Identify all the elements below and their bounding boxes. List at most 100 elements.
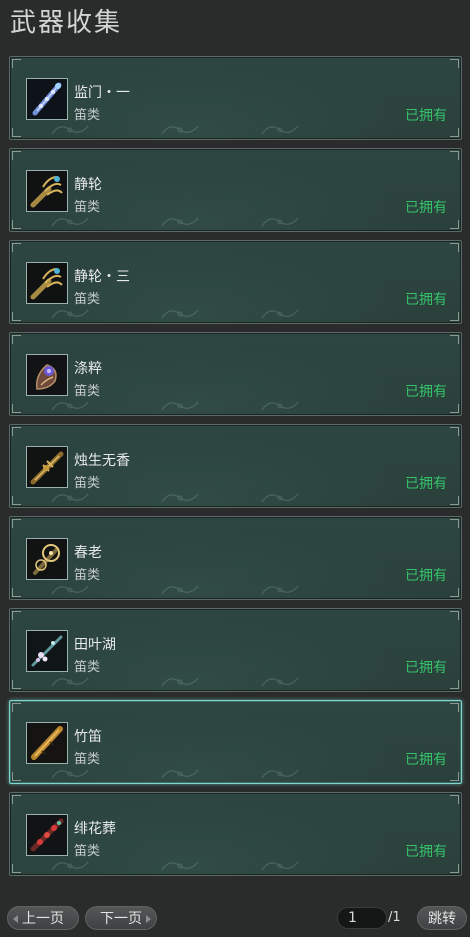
corner-ornament — [12, 312, 21, 321]
corner-ornament — [12, 151, 21, 160]
next-page-button[interactable]: 下一页 — [85, 906, 157, 930]
corner-ornament — [450, 312, 459, 321]
weapon-name: 绯花葬 — [74, 821, 116, 837]
corner-ornament — [450, 680, 459, 689]
bamboo-flute-icon — [26, 722, 68, 764]
corner-ornament — [450, 864, 459, 873]
gold-dagger-flute-icon — [26, 446, 68, 488]
weapon-item[interactable]: 涤粹笛类 已拥有 — [9, 332, 462, 416]
blue-flute-icon — [26, 78, 68, 120]
corner-ornament — [450, 795, 459, 804]
corner-ornament — [12, 611, 21, 620]
corner-ornament — [450, 703, 459, 712]
cloud-ornament — [160, 121, 200, 135]
red-flower-flute-icon — [26, 814, 68, 856]
cloud-ornament — [160, 765, 200, 779]
owned-status: 已拥有 — [405, 292, 447, 308]
corner-ornament — [12, 680, 21, 689]
corner-ornament — [12, 496, 21, 505]
corner-ornament — [12, 335, 21, 344]
corner-ornament — [450, 128, 459, 137]
weapon-type: 笛类 — [74, 384, 101, 399]
corner-ornament — [12, 128, 21, 137]
weapon-type: 笛类 — [74, 660, 101, 675]
corner-ornament — [450, 220, 459, 229]
cloud-ornament — [260, 673, 300, 687]
pagination-bar: 上一页 下一页 /1 跳转 — [0, 903, 470, 933]
weapon-type: 笛类 — [74, 108, 101, 123]
owned-status: 已拥有 — [405, 660, 447, 676]
corner-ornament — [12, 427, 21, 436]
weapon-type: 笛类 — [74, 200, 101, 215]
weapon-name: 静轮・三 — [74, 269, 130, 285]
corner-ornament — [450, 59, 459, 68]
cloud-ornament — [260, 121, 300, 135]
cloud-ornament — [260, 857, 300, 871]
jump-button[interactable]: 跳转 — [417, 906, 467, 930]
corner-ornament — [12, 772, 21, 781]
cloud-ornament — [160, 581, 200, 595]
corner-ornament — [12, 588, 21, 597]
corner-ornament — [12, 519, 21, 528]
corner-ornament — [450, 404, 459, 413]
corner-ornament — [450, 519, 459, 528]
corner-ornament — [12, 220, 21, 229]
owned-status: 已拥有 — [405, 476, 447, 492]
cloud-ornament — [160, 857, 200, 871]
owned-status: 已拥有 — [405, 752, 447, 768]
corner-ornament — [450, 243, 459, 252]
owned-status: 已拥有 — [405, 200, 447, 216]
weapon-type: 笛类 — [74, 476, 101, 491]
cloud-ornament — [160, 489, 200, 503]
cloud-ornament — [160, 213, 200, 227]
corner-ornament — [12, 59, 21, 68]
weapon-item[interactable]: 春老 笛类 已拥有 — [9, 516, 462, 600]
owned-status: 已拥有 — [405, 844, 447, 860]
weapon-item[interactable]: 田叶湖笛类 已拥有 — [9, 608, 462, 692]
corner-ornament — [450, 335, 459, 344]
weapon-item[interactable]: 监门・一笛类 已拥有 — [9, 56, 462, 140]
corner-ornament — [12, 864, 21, 873]
owned-status: 已拥有 — [405, 568, 447, 584]
owned-status: 已拥有 — [405, 384, 447, 400]
cloud-ornament — [160, 673, 200, 687]
weapon-item[interactable]: 静轮・三笛类 已拥有 — [9, 240, 462, 324]
blossom-flute-icon — [26, 630, 68, 672]
gold-claw-flute-icon — [26, 262, 68, 304]
gold-swirl-flute-icon — [26, 538, 68, 580]
weapon-name: 涤粹 — [74, 361, 102, 377]
weapon-name: 烛生无香 — [74, 453, 130, 469]
weapon-type: 笛类 — [74, 292, 101, 307]
page-total: /1 — [388, 910, 401, 925]
weapon-item[interactable]: 静轮笛类 已拥有 — [9, 148, 462, 232]
page-number-input[interactable] — [337, 907, 387, 929]
corner-ornament — [450, 772, 459, 781]
weapon-item[interactable]: 烛生无香笛类 已拥有 — [9, 424, 462, 508]
weapon-item[interactable]: 竹笛 笛类 已拥有 — [9, 700, 462, 784]
cloud-ornament — [260, 765, 300, 779]
prev-page-label: 上一页 — [22, 911, 64, 927]
cloud-ornament — [260, 305, 300, 319]
arrow-left-icon — [13, 915, 18, 923]
owned-status: 已拥有 — [405, 108, 447, 124]
corner-ornament — [12, 243, 21, 252]
corner-ornament — [450, 496, 459, 505]
corner-ornament — [450, 427, 459, 436]
next-page-label: 下一页 — [100, 911, 142, 927]
weapon-name: 静轮 — [74, 177, 102, 193]
weapon-name: 竹笛 — [74, 729, 102, 745]
cloud-ornament — [260, 581, 300, 595]
weapon-name: 监门・一 — [74, 85, 130, 101]
weapon-name: 田叶湖 — [74, 637, 116, 653]
page-title: 武器收集 — [10, 8, 123, 38]
weapon-item[interactable]: 绯花葬笛类 已拥有 — [9, 792, 462, 876]
weapon-type: 笛类 — [74, 568, 101, 583]
corner-ornament — [12, 795, 21, 804]
cloud-ornament — [260, 489, 300, 503]
weapon-type: 笛类 — [74, 844, 101, 859]
cloud-ornament — [260, 213, 300, 227]
weapon-list: 监门・一 笛类 已拥有 静轮 笛类 已拥有 静轮・三 笛类 已拥有 涤粹 笛类 已拥有 烛生无香 笛类 已拥… — [9, 56, 464, 884]
corner-ornament — [450, 611, 459, 620]
prev-page-button[interactable]: 上一页 — [7, 906, 79, 930]
arrow-right-icon — [146, 915, 151, 923]
